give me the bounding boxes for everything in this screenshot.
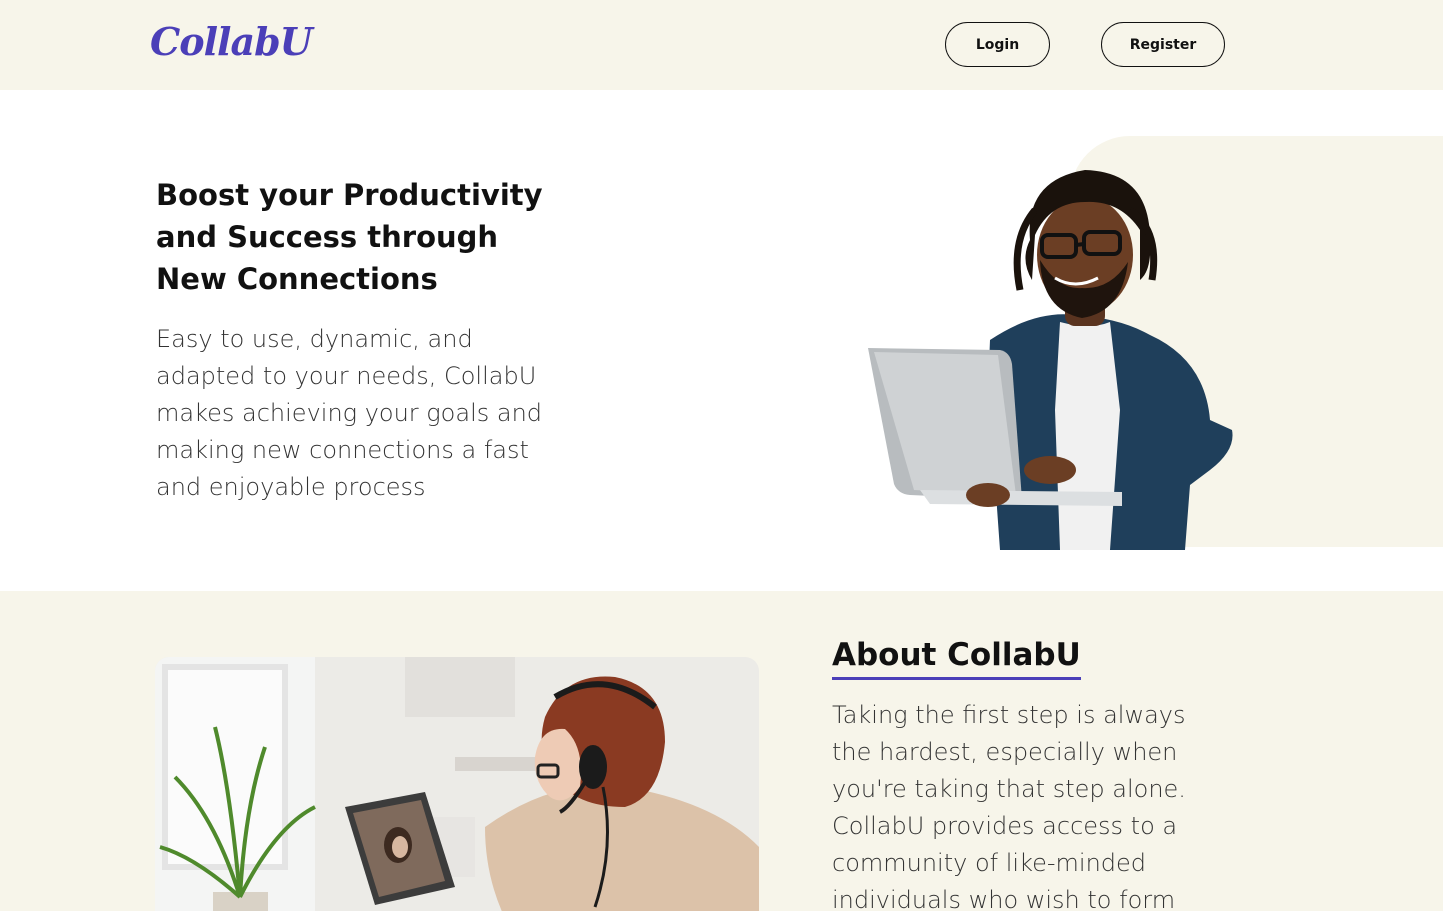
hero-title: Boost your Productivity and Success thro…: [156, 178, 543, 296]
about-description: Taking the first step is always the hard…: [832, 701, 1186, 911]
logo[interactable]: CollabU: [150, 16, 313, 68]
woman-at-desk-photo: [155, 657, 759, 911]
login-button[interactable]: Login: [945, 22, 1050, 67]
register-button[interactable]: Register: [1101, 22, 1225, 67]
hero-description: Easy to use, dynamic, and adapted to you…: [156, 325, 543, 501]
man-with-laptop-illustration: [868, 170, 1233, 550]
about-section: About CollabU Taking the first step is a…: [0, 591, 1443, 911]
about-title: About CollabU: [832, 633, 1081, 680]
site-header: CollabU Login Register: [0, 0, 1443, 90]
